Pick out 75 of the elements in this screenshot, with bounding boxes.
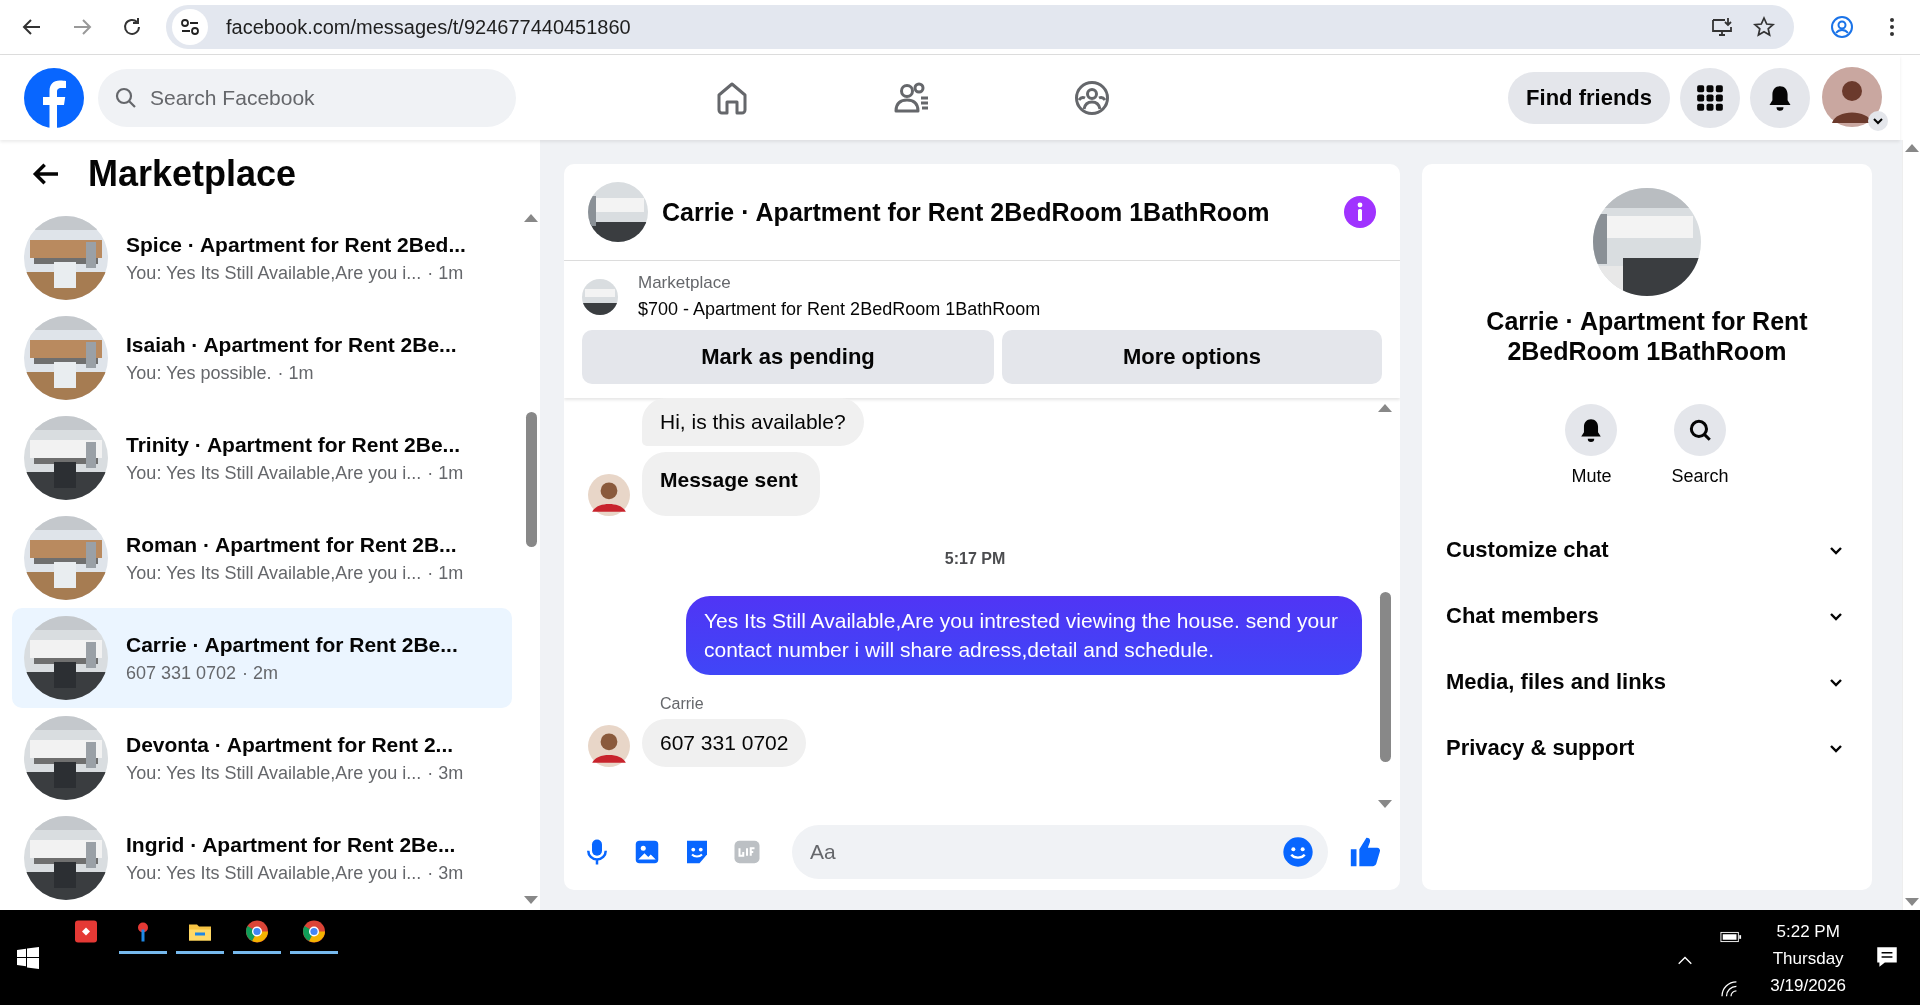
groups-icon[interactable] [1074,79,1110,116]
message-bubble: Message sent [642,452,820,516]
sender-name: Carrie [660,694,704,712]
find-friends-button[interactable]: Find friends [1508,71,1670,124]
facebook-logo[interactable] [24,67,84,128]
sidebar-title: Marketplace [88,153,297,195]
action-label: Mute [1571,466,1612,487]
conversation-item[interactable]: Roman · Apartment for Rent 2B... You: Yes Its Still Available,Are you i... · 1m [12,508,512,608]
grid-icon [1696,83,1724,112]
search-field[interactable]: Search Facebook [98,68,516,127]
conversation-item[interactable]: Spice · Apartment for Rent 2Bed... You: Yes Its Still Available,Are you i... · 1m [12,208,512,308]
conversation-item[interactable]: Ingrid · Apartment for Rent 2Be... You: Yes Its Still Available,Are you i... · 3m [12,808,512,908]
sender-avatar[interactable] [588,724,630,767]
url-text: facebook.com/messages/t/924677440451860 [226,15,631,39]
message-time: · 3m [427,862,464,884]
message-field[interactable]: Aa [792,825,1328,879]
thumbs-up-icon[interactable] [1348,835,1382,869]
conversation-name: Ingrid · Apartment for Rent 2Be... [126,832,457,857]
star-icon[interactable] [1752,15,1776,39]
sender-avatar[interactable] [588,474,630,516]
windows-icon[interactable] [16,946,40,970]
notification-icon[interactable] [1874,944,1900,970]
message-preview: You: Yes Its Still Available,Are you i... [126,862,422,884]
chevron-down-icon[interactable] [1868,110,1888,131]
profile-icon[interactable] [1830,15,1854,39]
conversation-name: Trinity · Apartment for Rent 2Be... [126,432,462,457]
conversation-name: Spice · Apartment for Rent 2Bed... [126,232,466,257]
message-preview: 607 331 0702 [126,662,237,684]
chat-title: Carrie · Apartment for Rent 2BedRoom 1BathRoom [662,197,1270,227]
message-preview: You: Yes Its Still Available,Are you i... [126,562,422,584]
message-preview: You: Yes Its Still Available,Are you i... [126,762,422,784]
details-section[interactable]: Privacy & support [1446,715,1848,781]
message-time: · 1m [427,462,464,484]
search-icon [1687,417,1713,443]
message-time: · 1m [277,362,314,384]
address-bar[interactable]: facebook.com/messages/t/924677440451860 [166,5,1794,49]
message-time: · 2m [242,662,279,684]
message-time: · 3m [427,762,464,784]
message-preview: You: Yes possible. [126,362,272,384]
action-label: Search [1671,466,1729,487]
conversation-item[interactable]: Trinity · Apartment for Rent 2Be... You: Yes Its Still Available,Are you i... · 1m [12,408,512,508]
search-icon [114,85,138,110]
chat-name: Carrie · Apartment for Rent 2BedRoom 1BathRoom [1485,306,1809,366]
info-icon[interactable] [1344,196,1376,228]
install-icon[interactable] [1710,15,1734,39]
conversation-name: Devonta · Apartment for Rent 2... [126,732,455,757]
message-preview: You: Yes Its Still Available,Are you i... [126,262,422,284]
conversation-item[interactable]: Devonta · Apartment for Rent 2... You: Yes Its Still Available,Are you i... · 3m [12,708,512,808]
details-section[interactable]: Media, files and links [1446,649,1848,715]
conversation-item[interactable]: Carrie · Apartment for Rent 2Be... 607 331 0702 · 2m [12,608,512,708]
conversation-name: Carrie · Apartment for Rent 2Be... [126,632,458,657]
emoji-icon[interactable] [1282,836,1314,868]
listing-button[interactable]: Mark as pending [582,330,994,384]
site-settings-icon[interactable] [172,9,208,45]
scrollbar[interactable] [1902,140,1920,910]
listing-title: $700 - Apartment for Rent 2BedRoom 1BathRoom [638,299,1041,320]
message-bubble: 607 331 0702 [642,718,807,767]
clock-time[interactable]: 5:22 PM [1776,922,1840,942]
message-bubble: Hi, is this available? [642,398,864,446]
clock-day[interactable]: Thursday [1772,949,1844,969]
details-section[interactable]: Customize chat [1446,517,1848,583]
listing-source: Marketplace [638,273,732,293]
conversation-name: Roman · Apartment for Rent 2B... [126,532,458,557]
message-time: · 1m [427,562,464,584]
search-button[interactable] [1674,404,1726,456]
message-bubble: Yes Its Still Available,Are you intrested viewing the house. send your contact number i will share adress,detail and schedule. [686,596,1362,675]
profile-avatar[interactable] [1822,66,1882,127]
conversation-name: Isaiah · Apartment for Rent 2Be... [126,332,457,357]
details-section[interactable]: Chat members [1446,583,1848,649]
message-preview: You: Yes Its Still Available,Are you i... [126,462,422,484]
message-time: · 1m [427,262,464,284]
clock-date[interactable]: 3/19/2026 [1770,976,1846,996]
timestamp: 5:17 PM [944,550,1006,567]
listing-button[interactable]: More options [1002,330,1382,384]
conversation-item[interactable]: Isaiah · Apartment for Rent 2Be... You: Yes possible. · 1m [12,308,512,408]
